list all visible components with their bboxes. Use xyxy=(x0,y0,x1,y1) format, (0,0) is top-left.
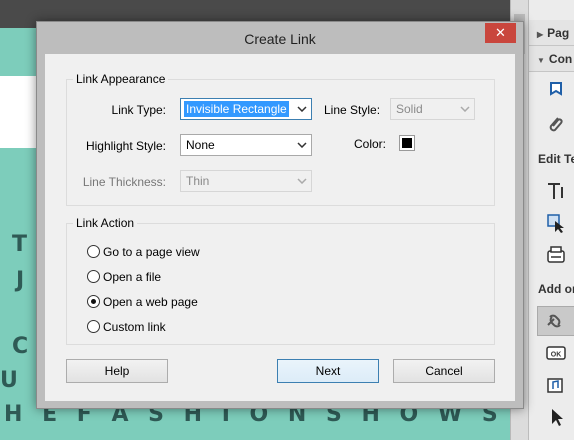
radio-button[interactable] xyxy=(87,320,100,333)
caret-down-icon: ▼ xyxy=(537,56,545,65)
document-text-line: T xyxy=(12,232,34,257)
link-appearance-title: Link Appearance xyxy=(73,72,169,86)
line-style-value: Solid xyxy=(396,102,423,116)
document-text-line: J xyxy=(16,268,31,293)
line-thickness-label: Line Thickness: xyxy=(82,175,166,189)
close-icon: ✕ xyxy=(495,25,506,40)
link-type-label: Link Type: xyxy=(111,103,166,117)
radio-button[interactable] xyxy=(87,245,100,258)
chevron-down-icon xyxy=(293,99,311,119)
help-button[interactable]: Help xyxy=(66,359,168,383)
dialog-client-area: Link Appearance Link Type: Invisible Rec… xyxy=(45,54,515,401)
typewriter-icon[interactable] xyxy=(545,244,567,266)
link-action-group: Link Action Go to a page view Open a fil… xyxy=(66,216,495,345)
chevron-down-icon xyxy=(293,135,311,155)
select-arrow-icon[interactable] xyxy=(545,406,567,428)
link-appearance-group: Link Appearance Link Type: Invisible Rec… xyxy=(66,72,495,206)
radio-label: Open a file xyxy=(103,270,162,284)
add-audio-icon[interactable] xyxy=(545,374,567,396)
panel-section-label: Con xyxy=(548,52,573,66)
radio-button[interactable] xyxy=(87,270,100,283)
line-style-select[interactable]: Solid xyxy=(390,98,475,120)
link-type-select[interactable]: Invisible Rectangle xyxy=(180,98,312,120)
line-style-label: Line Style: xyxy=(324,103,381,117)
cancel-button[interactable]: Cancel xyxy=(393,359,495,383)
radio-label: Go to a page view xyxy=(103,245,200,259)
svg-text:OK: OK xyxy=(551,352,562,359)
link-icon xyxy=(547,314,561,328)
panel-section-label: Pag xyxy=(547,26,570,40)
dialog-title: Create Link xyxy=(244,31,316,47)
color-swatch-fill xyxy=(402,138,412,148)
highlight-style-label: Highlight Style: xyxy=(85,139,166,153)
highlight-style-select[interactable]: None xyxy=(180,134,312,156)
close-button[interactable]: ✕ xyxy=(485,23,516,43)
link-action-title: Link Action xyxy=(73,216,138,230)
radio-dot xyxy=(91,299,96,304)
tools-panel: ▶ Pag ▼ Con Edit Te Add or OK xyxy=(528,0,574,440)
panel-section-pages[interactable]: ▶ Pag xyxy=(529,20,574,46)
radio-label: Custom link xyxy=(103,320,166,334)
line-thickness-value: Thin xyxy=(186,174,210,188)
panel-label-edit-text: Edit Te xyxy=(538,152,574,166)
chevron-down-icon xyxy=(293,171,311,191)
radio-label: Open a web page xyxy=(103,295,198,309)
link-tool-selected[interactable] xyxy=(537,306,574,336)
link-type-value: Invisible Rectangle xyxy=(183,100,290,118)
paperclip-icon[interactable] xyxy=(545,114,567,136)
dialog-titlebar[interactable]: Create Link ✕ xyxy=(37,22,523,54)
ok-button-icon[interactable]: OK xyxy=(545,342,567,364)
text-tool-icon[interactable] xyxy=(545,180,567,202)
create-link-dialog: Create Link ✕ Link Appearance Link Type:… xyxy=(36,21,524,409)
color-picker[interactable] xyxy=(399,135,415,151)
sticky-note-icon[interactable] xyxy=(545,80,567,102)
highlight-style-value: None xyxy=(186,138,215,152)
next-button[interactable]: Next xyxy=(277,359,379,383)
chevron-down-icon xyxy=(456,99,474,119)
select-object-icon[interactable] xyxy=(545,212,567,234)
radio-button-selected[interactable] xyxy=(87,295,100,308)
panel-section-content[interactable]: ▼ Con xyxy=(529,46,574,72)
panel-label-add-or-edit: Add or xyxy=(538,282,574,296)
caret-right-icon: ▶ xyxy=(537,30,544,39)
line-thickness-select[interactable]: Thin xyxy=(180,170,312,192)
color-label: Color: xyxy=(354,137,387,151)
